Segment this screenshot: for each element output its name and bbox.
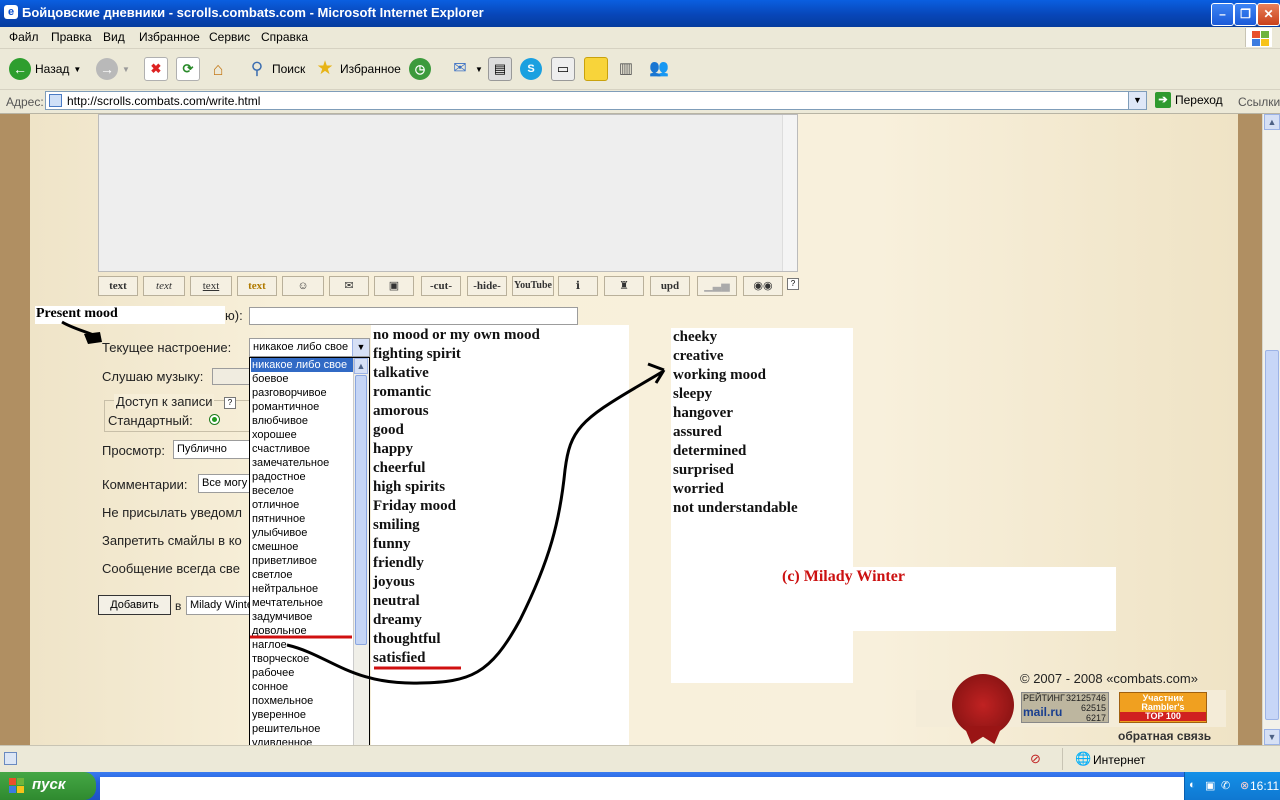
status-bar: ⊘ 🌐 Интернет <box>0 745 1280 773</box>
mailru-counter[interactable]: РЕЙТИНГ 32125746 62515 6217 mail.ru <box>1021 692 1109 723</box>
zone-label: Интернет <box>1093 753 1146 767</box>
system-tray: ◐ ▣ ✆ ⊗ 16:11 <box>1184 772 1280 800</box>
rating-value-1: 32125746 <box>1065 693 1106 703</box>
mailru-logo: mail.ru <box>1023 705 1063 719</box>
taskbar-white-block <box>100 777 1185 800</box>
tray-sound-icon[interactable]: ◐ <box>1189 779 1196 791</box>
tray-alert-icon[interactable]: ⊗ <box>1240 779 1249 792</box>
feedback-link[interactable]: обратная связь <box>1118 729 1211 743</box>
copyright: © 2007 - 2008 «combats.com» <box>1020 671 1198 686</box>
clock: 16:11 <box>1250 779 1280 793</box>
status-page-icon <box>4 752 17 765</box>
page-scrollbar[interactable]: ▲ ▼ <box>1262 114 1280 745</box>
popup-blocker-icon[interactable]: ⊘ <box>1030 751 1041 767</box>
rambler-line-3: TOP 100 <box>1120 712 1206 721</box>
rambler-badge[interactable]: Участник Rambler's TOP 100 <box>1119 692 1207 723</box>
globe-icon: 🌐 <box>1075 751 1092 766</box>
rating-value-2: 62515 <box>1080 703 1106 713</box>
start-windows-icon <box>9 778 25 794</box>
start-label: пуск <box>32 776 66 793</box>
present-mood-arrowhead <box>84 332 102 344</box>
page-scroll-thumb[interactable] <box>1265 350 1279 720</box>
scroll-down-icon[interactable]: ▼ <box>1264 729 1280 745</box>
rating-label: РЕЙТИНГ <box>1023 693 1065 703</box>
tray-network-icon[interactable]: ▣ <box>1205 779 1215 792</box>
status-divider <box>1062 748 1063 770</box>
start-button[interactable]: пуск <box>0 772 96 800</box>
scroll-up-icon[interactable]: ▲ <box>1264 114 1280 130</box>
rating-value-3: 6217 <box>1085 713 1106 723</box>
tray-wifi-icon[interactable]: ✆ <box>1221 779 1230 792</box>
